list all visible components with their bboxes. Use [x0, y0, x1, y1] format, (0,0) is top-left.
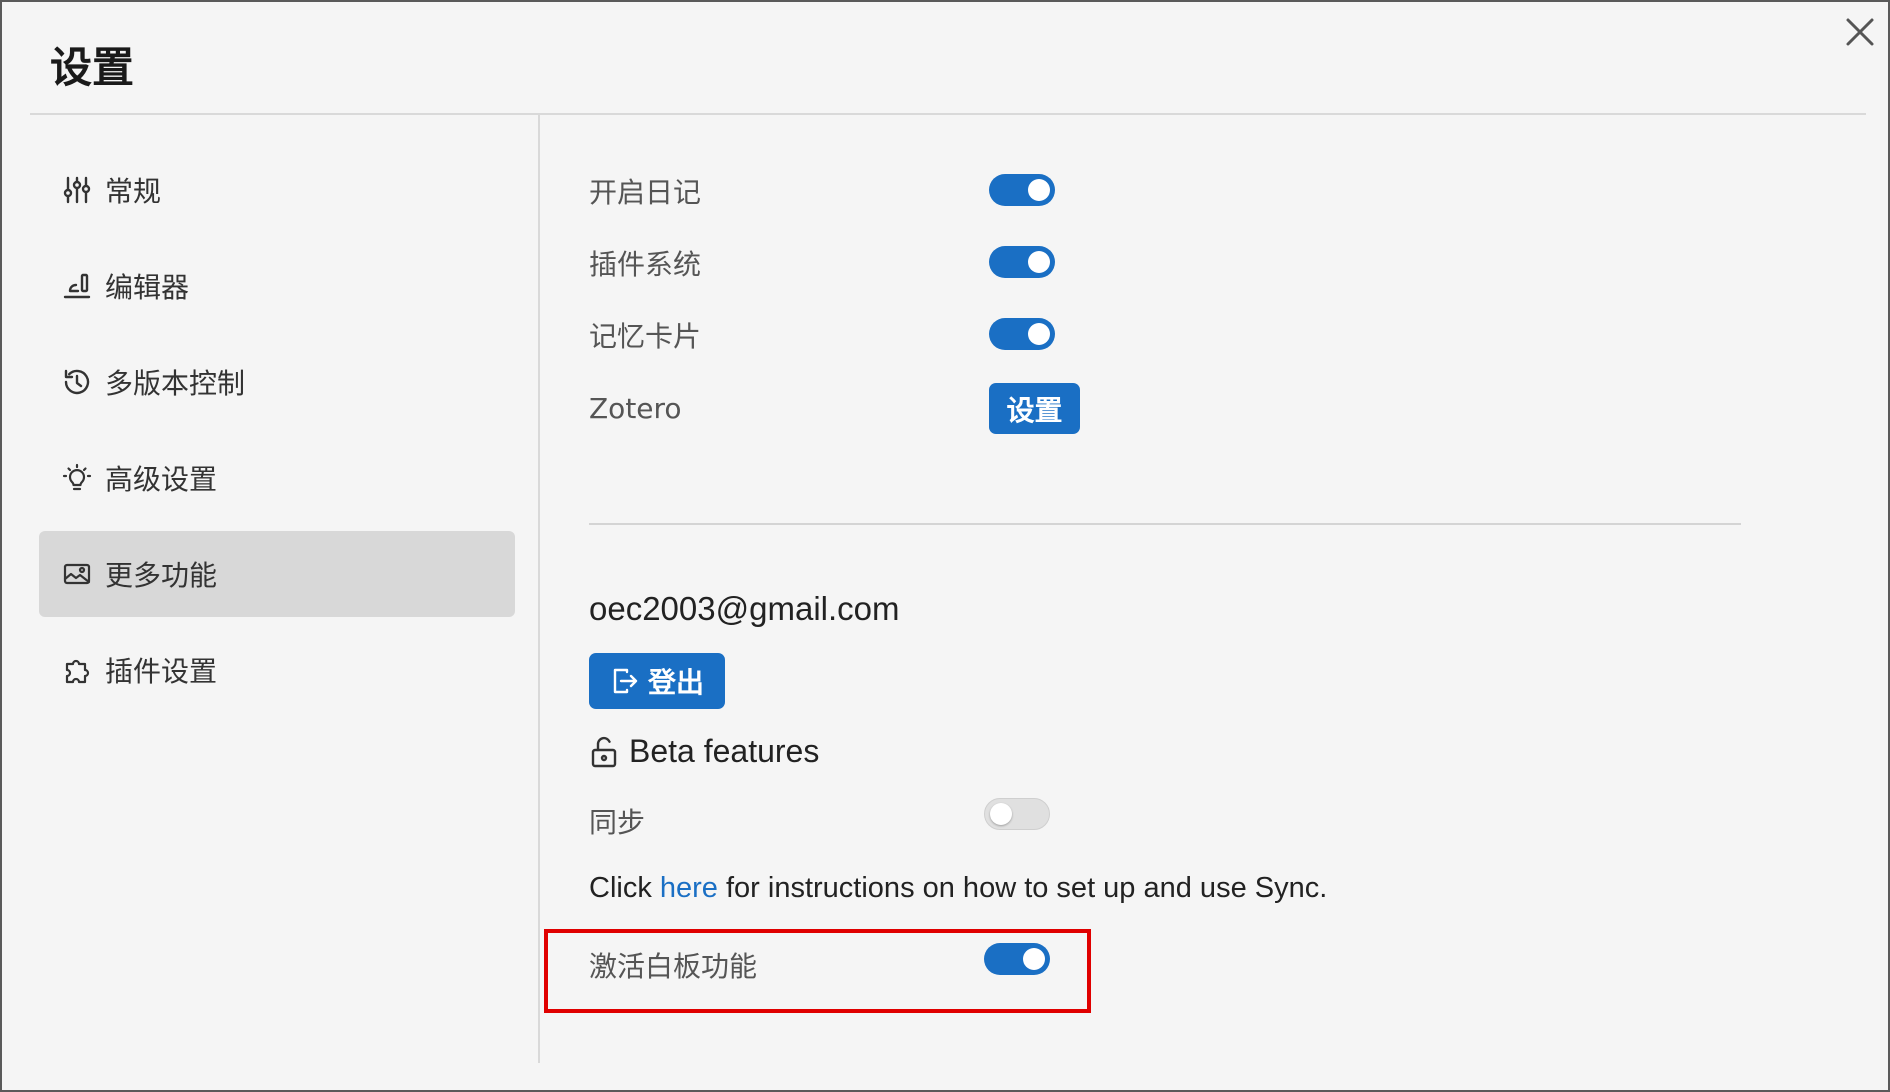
- image-icon: [61, 558, 93, 590]
- dialog-header: 设置: [30, 2, 1866, 115]
- sync-instructions-link[interactable]: here: [660, 872, 718, 904]
- logout-button[interactable]: 登出: [589, 653, 725, 709]
- sync-note-prefix: Click: [589, 872, 660, 904]
- history-icon: [61, 366, 93, 398]
- logout-label: 登出: [647, 666, 704, 699]
- zotero-label: Zotero: [589, 392, 682, 425]
- plugins-label: 插件系统: [589, 248, 702, 281]
- plugins-toggle[interactable]: [989, 246, 1055, 278]
- zotero-settings-button[interactable]: 设置: [989, 383, 1080, 434]
- sidebar-item-label: 高级设置: [105, 463, 218, 496]
- beta-features-title: Beta features: [589, 733, 819, 770]
- lightbulb-icon: [61, 462, 93, 494]
- journals-toggle[interactable]: [989, 174, 1055, 206]
- toggle-knob: [1028, 323, 1050, 345]
- section-divider: [589, 523, 1741, 525]
- puzzle-icon: [61, 654, 93, 686]
- close-icon: [1846, 18, 1874, 46]
- sync-toggle[interactable]: [984, 798, 1050, 830]
- flashcards-toggle[interactable]: [989, 318, 1055, 350]
- sidebar-item-label: 常规: [105, 175, 162, 208]
- editor-icon: [61, 270, 93, 302]
- unlock-icon: [591, 736, 617, 767]
- sidebar-item-advanced[interactable]: 高级设置: [39, 435, 515, 521]
- dialog-title: 设置: [50, 43, 135, 92]
- sidebar-item-label: 更多功能: [105, 559, 218, 592]
- journals-label: 开启日记: [589, 176, 702, 209]
- sidebar-item-label: 插件设置: [105, 655, 218, 688]
- settings-dialog: 设置 常规 编辑器 多版本控制 高级设置 更多功能 插件设置 开启日记 插件系统…: [0, 0, 1890, 1092]
- sidebar-item-label: 编辑器: [105, 271, 190, 304]
- sync-instructions: Click here for instructions on how to se…: [589, 872, 1327, 905]
- highlight-box: [544, 929, 1091, 1013]
- flashcards-label: 记忆卡片: [589, 320, 702, 353]
- sidebar-item-label: 多版本控制: [105, 367, 246, 400]
- toggle-knob: [1028, 251, 1050, 273]
- sync-label: 同步: [589, 806, 646, 839]
- sidebar-item-editor[interactable]: 编辑器: [39, 243, 515, 329]
- beta-title-text: Beta features: [629, 733, 820, 769]
- sidebar-item-plugins[interactable]: 插件设置: [39, 627, 515, 713]
- account-email: oec2003@gmail.com: [589, 590, 900, 627]
- sidebar-item-general[interactable]: 常规: [39, 147, 515, 233]
- sliders-icon: [61, 174, 93, 206]
- sync-note-suffix: for instructions on how to set up and us…: [717, 872, 1328, 904]
- settings-content: 开启日记 插件系统 记忆卡片 Zotero 设置 oec2003@gmail.c…: [542, 115, 1882, 1063]
- toggle-knob: [990, 803, 1012, 825]
- logout-icon: [613, 668, 638, 694]
- sidebar-item-version-control[interactable]: 多版本控制: [39, 339, 515, 425]
- sidebar-item-more-features[interactable]: 更多功能: [39, 531, 515, 617]
- settings-sidebar: 常规 编辑器 多版本控制 高级设置 更多功能 插件设置: [2, 115, 540, 1063]
- close-button[interactable]: [1842, 14, 1878, 50]
- toggle-knob: [1028, 179, 1050, 201]
